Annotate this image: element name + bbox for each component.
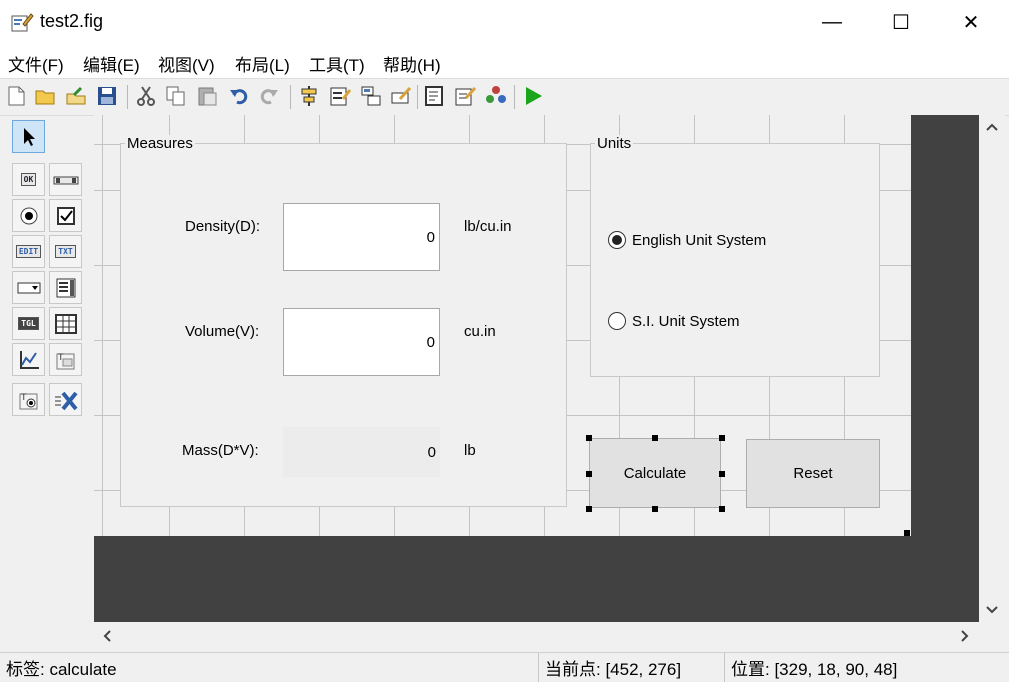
select-tool-arrow-icon[interactable] xyxy=(12,120,45,153)
volume-label: Volume(V): xyxy=(185,323,260,340)
static-text-tool-label: TXT xyxy=(55,245,76,258)
push-button-tool-label: OK xyxy=(20,173,37,186)
figure-file-icon xyxy=(10,10,34,34)
mass-unit-label: lb xyxy=(464,442,476,459)
object-browser-icon[interactable] xyxy=(483,83,509,109)
status-bar: 标签: calculate 当前点: [452, 276] 位置: [329, … xyxy=(0,652,1009,682)
property-inspector-icon[interactable] xyxy=(452,83,478,109)
figure-resize-handle[interactable] xyxy=(904,530,910,536)
selection-handle[interactable] xyxy=(586,435,592,441)
volume-input[interactable]: 0 xyxy=(283,308,440,376)
status-current-point: 当前点: [452, 276] xyxy=(538,653,722,682)
undo-icon[interactable] xyxy=(226,83,252,109)
toggle-button-tool-label: TGL xyxy=(18,317,39,330)
menu-help[interactable]: 帮助(H) xyxy=(383,51,441,76)
open-folder-icon[interactable] xyxy=(33,83,59,109)
measures-panel-title: Measures xyxy=(125,135,195,152)
selection-handle[interactable] xyxy=(652,435,658,441)
selection-handle[interactable] xyxy=(719,435,725,441)
horizontal-scrollbar[interactable] xyxy=(94,622,979,648)
density-label: Density(D): xyxy=(185,218,261,235)
align-objects-icon[interactable] xyxy=(296,83,322,109)
activex-control-icon[interactable] xyxy=(49,383,82,416)
cut-icon[interactable] xyxy=(133,83,159,109)
edit-text-tool-label: EDIT xyxy=(15,245,42,258)
minimize-button[interactable]: — xyxy=(809,0,855,45)
menu-bar: 文件(F) 编辑(E) 视图(V) 布局(L) 工具(T) 帮助(H) xyxy=(0,45,1009,78)
toolbar-separator xyxy=(417,85,418,109)
title-bar: test2.fig — ☐ ✕ xyxy=(0,0,1009,45)
toolbar-editor-icon[interactable] xyxy=(388,83,414,109)
component-palette: OK EDIT TXT TGL T T xyxy=(10,118,86,422)
run-figure-icon[interactable] xyxy=(520,83,546,109)
status-tag: 标签: calculate xyxy=(6,660,117,679)
selection-handle[interactable] xyxy=(586,471,592,477)
toggle-button-tool[interactable]: TGL xyxy=(12,307,45,340)
menu-editor-icon[interactable] xyxy=(327,83,353,109)
slider-tool-icon[interactable] xyxy=(49,163,82,196)
copy-icon[interactable] xyxy=(163,83,189,109)
editor-icon[interactable] xyxy=(421,83,447,109)
scroll-down-icon[interactable] xyxy=(986,602,998,620)
paste-icon[interactable] xyxy=(194,83,220,109)
english-unit-label: English Unit System xyxy=(632,232,767,249)
scroll-right-icon[interactable] xyxy=(960,629,970,647)
button-group-tool-icon[interactable]: T xyxy=(12,383,45,416)
selection-handle[interactable] xyxy=(586,506,592,512)
toolbar-separator xyxy=(290,85,291,109)
save-icon[interactable] xyxy=(94,83,120,109)
selection-handle[interactable] xyxy=(719,471,725,477)
units-panel-title: Units xyxy=(595,135,634,152)
calculate-button[interactable]: Calculate xyxy=(589,438,721,508)
density-input[interactable]: 0 xyxy=(283,203,440,271)
si-unit-radio[interactable] xyxy=(608,312,626,330)
menu-edit[interactable]: 编辑(E) xyxy=(83,51,140,76)
mass-label: Mass(D*V): xyxy=(182,442,259,459)
new-file-icon[interactable] xyxy=(3,83,29,109)
menu-view[interactable]: 视图(V) xyxy=(158,51,215,76)
mass-value: 0 xyxy=(283,427,440,477)
window-title: test2.fig xyxy=(40,11,104,31)
units-panel[interactable] xyxy=(590,143,880,377)
si-unit-label: S.I. Unit System xyxy=(632,313,740,330)
menu-file[interactable]: 文件(F) xyxy=(8,51,64,76)
selection-handle[interactable] xyxy=(652,506,658,512)
density-unit-label: lb/cu.in xyxy=(464,218,512,235)
radio-selected-dot xyxy=(612,235,622,245)
reset-button[interactable]: Reset xyxy=(746,439,880,508)
listbox-tool-icon[interactable] xyxy=(49,271,82,304)
popup-menu-tool-icon[interactable] xyxy=(12,271,45,304)
maximize-button[interactable]: ☐ xyxy=(878,0,924,45)
table-tool-icon[interactable] xyxy=(49,307,82,340)
axes-tool-icon[interactable] xyxy=(12,343,45,376)
menu-layout[interactable]: 布局(L) xyxy=(235,51,290,76)
menu-tools[interactable]: 工具(T) xyxy=(309,51,365,76)
close-button[interactable]: ✕ xyxy=(948,0,994,45)
toolbar-separator xyxy=(514,85,515,109)
svg-text:T: T xyxy=(20,393,27,403)
scroll-left-icon[interactable] xyxy=(102,629,112,647)
selection-handle[interactable] xyxy=(719,506,725,512)
push-button-tool[interactable]: OK xyxy=(12,163,45,196)
toolbar xyxy=(0,78,1009,116)
english-unit-radio[interactable] xyxy=(608,231,626,249)
checkbox-tool-icon[interactable] xyxy=(49,199,82,232)
volume-unit-label: cu.in xyxy=(464,323,496,340)
static-text-tool[interactable]: TXT xyxy=(49,235,82,268)
panel-tool-icon[interactable]: T xyxy=(49,343,82,376)
toolbar-separator xyxy=(127,85,128,109)
tab-order-editor-icon[interactable] xyxy=(358,83,384,109)
vertical-scrollbar[interactable] xyxy=(979,115,1005,622)
scroll-up-icon[interactable] xyxy=(986,119,998,137)
radio-button-tool-icon[interactable] xyxy=(12,199,45,232)
import-icon[interactable] xyxy=(63,83,89,109)
status-position: 位置: [329, 18, 90, 48] xyxy=(724,653,1009,682)
redo-icon[interactable] xyxy=(256,83,282,109)
figure-canvas[interactable]: Measures Density(D): 0 lb/cu.in Volume(V… xyxy=(94,115,911,536)
edit-text-tool[interactable]: EDIT xyxy=(12,235,45,268)
